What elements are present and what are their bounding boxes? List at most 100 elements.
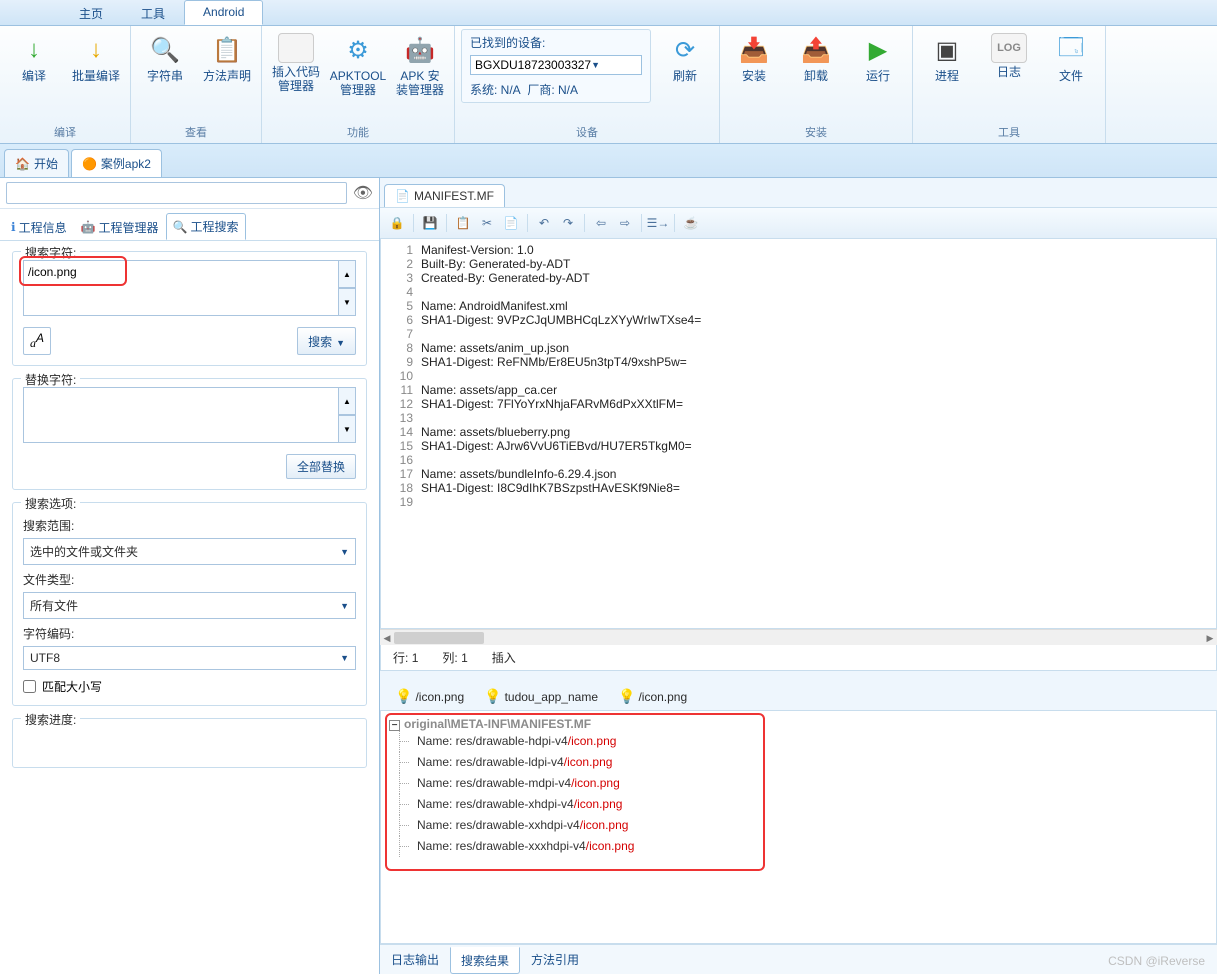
- device-info: 系统: N/A 厂商: N/A: [470, 81, 642, 98]
- editor-status: 行: 1 列: 1 插入: [380, 645, 1217, 671]
- filetype-combo[interactable]: 所有文件▼: [23, 592, 356, 619]
- top-tab-主页[interactable]: 主页: [60, 0, 122, 25]
- hint-item[interactable]: 💡tudou_app_name: [477, 685, 605, 708]
- bottom-tab-方法引用[interactable]: 方法引用: [520, 947, 590, 974]
- list-icon[interactable]: ☰→: [647, 212, 669, 234]
- replace-chars-group: 替换字符: ▲▼ 全部替换: [12, 378, 367, 490]
- search-chars-label: 搜索字符:: [21, 244, 80, 261]
- spin-up-icon[interactable]: ▲: [338, 260, 356, 288]
- search-chars-group: 搜索字符: ▲▼ aA 搜索▼: [12, 251, 367, 366]
- strings-icon: 🔍: [148, 33, 182, 67]
- search-button[interactable]: 搜索▼: [297, 327, 356, 355]
- code-line: 7: [381, 327, 1216, 341]
- forward-icon[interactable]: ⇨: [614, 212, 636, 234]
- bulb-icon: 💡: [618, 688, 635, 705]
- case-apk2-icon: 🟠: [82, 157, 97, 171]
- refresh-button[interactable]: ⟳刷新: [657, 29, 713, 87]
- save-icon[interactable]: 💾: [419, 212, 441, 234]
- right-pane: 📄 MANIFEST.MF 🔒 💾 📋 ✂ 📄 ↶ ↷ ⇦ ⇨ ☰→ ☕ 1Ma…: [380, 178, 1217, 974]
- scroll-left-icon[interactable]: ◀: [380, 630, 394, 646]
- hint-item[interactable]: 💡/icon.png: [388, 685, 471, 708]
- hscrollbar[interactable]: ◀ ▶: [380, 629, 1217, 645]
- java-icon[interactable]: ☕: [680, 212, 702, 234]
- ws-tab-start[interactable]: 🏠开始: [4, 149, 69, 177]
- copy-icon[interactable]: 📋: [452, 212, 474, 234]
- back-icon[interactable]: ⇦: [590, 212, 612, 234]
- batch-compile-button[interactable]: ↓批量编译: [68, 29, 124, 87]
- editor-toolbar: 🔒 💾 📋 ✂ 📄 ↶ ↷ ⇦ ⇨ ☰→ ☕: [380, 207, 1217, 239]
- scroll-right-icon[interactable]: ▶: [1203, 630, 1217, 646]
- result-item[interactable]: Name: res/drawable-xxhdpi-v4/icon.png: [389, 815, 1208, 836]
- run-button[interactable]: ▶运行: [850, 29, 906, 87]
- code-line: 4: [381, 285, 1216, 299]
- apk-install-button[interactable]: 🤖APK 安装管理器: [392, 29, 448, 101]
- spin-up-icon[interactable]: ▲: [338, 387, 356, 415]
- compile-icon: ↓: [17, 33, 51, 67]
- ribbon-group-label: 设备: [461, 123, 713, 141]
- method-decl-button[interactable]: 📋方法声明: [199, 29, 255, 87]
- match-case-checkbox[interactable]: [23, 680, 36, 693]
- code-line: 12SHA1-Digest: 7FlYoYrxNhjaFARvM6dPxXXtl…: [381, 397, 1216, 411]
- compile-button[interactable]: ↓编译: [6, 29, 62, 87]
- left-pane: 👁 ℹ工程信息🤖工程管理器🔍工程搜索 搜索字符: ▲▼ aA 搜索▼ 替换字符:: [0, 178, 380, 974]
- result-item[interactable]: Name: res/drawable-mdpi-v4/icon.png: [389, 773, 1208, 794]
- scroll-thumb[interactable]: [394, 632, 484, 644]
- device-select[interactable]: BGXDU18723003327▼: [470, 55, 642, 75]
- cut-icon[interactable]: ✂: [476, 212, 498, 234]
- code-line: 1Manifest-Version: 1.0: [381, 243, 1216, 257]
- watermark: CSDN @iReverse: [1108, 954, 1205, 968]
- font-button[interactable]: aA: [23, 327, 51, 355]
- file-button[interactable]: 🗔文件: [1043, 29, 1099, 87]
- result-root[interactable]: −original\META-INF\MANIFEST.MF: [389, 717, 1208, 731]
- result-item[interactable]: Name: res/drawable-xxxhdpi-v4/icon.png: [389, 836, 1208, 857]
- proj-search-icon: 🔍: [173, 220, 188, 234]
- code-line: 9SHA1-Digest: ReFNMb/Er8EU5n3tpT4/9xshP5…: [381, 355, 1216, 369]
- eye-icon[interactable]: 👁: [353, 183, 373, 203]
- encoding-combo[interactable]: UTF8▼: [23, 646, 356, 670]
- code-line: 11Name: assets/app_ca.cer: [381, 383, 1216, 397]
- uninstall-button[interactable]: 📤卸载: [788, 29, 844, 87]
- scope-combo[interactable]: 选中的文件或文件夹▼: [23, 538, 356, 565]
- search-input[interactable]: [23, 260, 356, 316]
- log-button[interactable]: LOG日志: [981, 29, 1037, 83]
- batch-compile-icon: ↓: [79, 33, 113, 67]
- ribbon: ↓编译↓批量编译编译🔍字符串📋方法声明查看插入代码管理器⚙APKTOOL管理器🤖…: [0, 26, 1217, 144]
- side-tab-proj-search[interactable]: 🔍工程搜索: [166, 213, 246, 240]
- code-line: 18SHA1-Digest: I8C9dIhK7BSzpstHAvESKf9Ni…: [381, 481, 1216, 495]
- top-tab-Android[interactable]: Android: [184, 0, 263, 25]
- side-tab-proj-info[interactable]: ℹ工程信息: [4, 213, 74, 240]
- undo-icon[interactable]: ↶: [533, 212, 555, 234]
- top-tab-工具[interactable]: 工具: [122, 0, 184, 25]
- result-item[interactable]: Name: res/drawable-hdpi-v4/icon.png: [389, 731, 1208, 752]
- file-icon: 🗔: [1054, 33, 1088, 67]
- install-button[interactable]: 📥安装: [726, 29, 782, 87]
- apktool-button[interactable]: ⚙APKTOOL管理器: [330, 29, 386, 101]
- redo-icon[interactable]: ↷: [557, 212, 579, 234]
- search-options-label: 搜索选项:: [21, 495, 80, 512]
- file-tab-manifest[interactable]: 📄 MANIFEST.MF: [384, 184, 505, 207]
- collapse-icon[interactable]: −: [389, 720, 400, 731]
- side-tab-proj-mgr[interactable]: 🤖工程管理器: [74, 213, 166, 240]
- insert-code-button[interactable]: 插入代码管理器: [268, 29, 324, 97]
- spin-down-icon[interactable]: ▼: [338, 415, 356, 443]
- side-tabs: ℹ工程信息🤖工程管理器🔍工程搜索: [0, 209, 379, 241]
- result-item[interactable]: Name: res/drawable-xhdpi-v4/icon.png: [389, 794, 1208, 815]
- replace-all-button[interactable]: 全部替换: [286, 454, 356, 479]
- ws-tab-case-apk2[interactable]: 🟠案例apk2: [71, 149, 162, 177]
- match-case-check[interactable]: 匹配大小写: [23, 678, 356, 695]
- code-editor[interactable]: 1Manifest-Version: 1.02Built-By: Generat…: [380, 239, 1217, 629]
- lock-icon[interactable]: 🔒: [386, 212, 408, 234]
- quick-search-input[interactable]: [6, 182, 347, 204]
- strings-button[interactable]: 🔍字符串: [137, 29, 193, 87]
- code-line: 15SHA1-Digest: AJrw6VvU6TiEBvd/HU7ER5Tkg…: [381, 439, 1216, 453]
- hint-item[interactable]: 💡/icon.png: [611, 685, 694, 708]
- spin-down-icon[interactable]: ▼: [338, 288, 356, 316]
- quick-search: 👁: [0, 178, 379, 209]
- result-item[interactable]: Name: res/drawable-ldpi-v4/icon.png: [389, 752, 1208, 773]
- bottom-tab-日志输出[interactable]: 日志输出: [380, 947, 450, 974]
- process-button[interactable]: ▣进程: [919, 29, 975, 87]
- paste-icon[interactable]: 📄: [500, 212, 522, 234]
- replace-input[interactable]: [23, 387, 356, 443]
- bottom-tab-搜索结果[interactable]: 搜索结果: [450, 947, 520, 974]
- result-list[interactable]: −original\META-INF\MANIFEST.MFName: res/…: [380, 710, 1217, 944]
